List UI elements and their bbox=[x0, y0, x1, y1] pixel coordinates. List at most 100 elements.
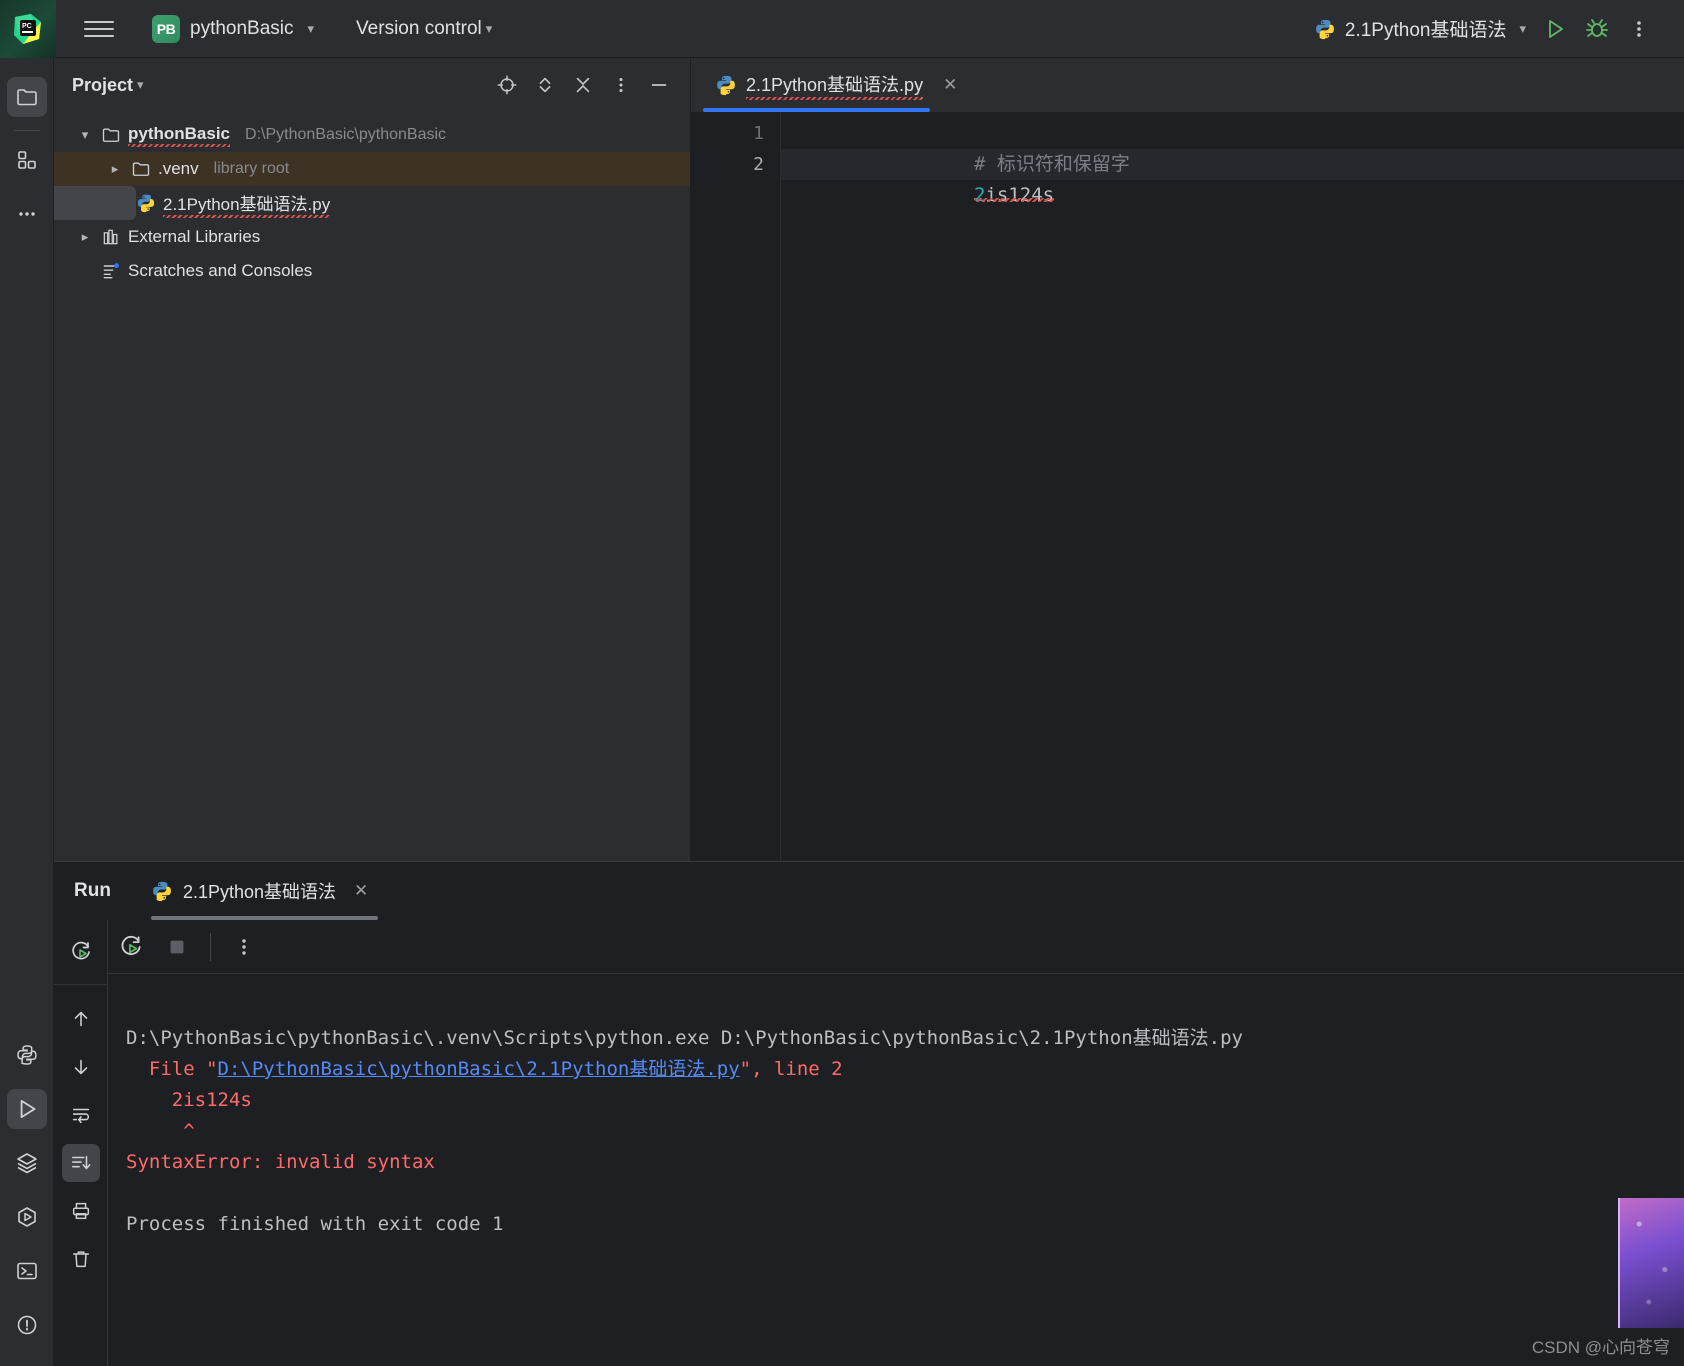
editor-area: 2.1Python基础语法.py ✕ 1 2 # 标识符和保留字 2is124s bbox=[691, 58, 1684, 861]
left-tool-stripe bbox=[0, 58, 54, 1366]
python-packages[interactable] bbox=[7, 1197, 47, 1237]
python-icon bbox=[1314, 18, 1336, 40]
project-header-actions bbox=[490, 69, 676, 101]
code-editor[interactable]: 1 2 # 标识符和保留字 2is124s bbox=[691, 112, 1684, 861]
chevron-right-icon[interactable]: ▸ bbox=[76, 229, 94, 245]
more-options-button[interactable] bbox=[221, 925, 267, 969]
console-line-command: D:\PythonBasic\pythonBasic\.venv\Scripts… bbox=[126, 1023, 1684, 1054]
main-body: Project ▾ ▾ pythonBasic D:\PythonBasic\p… bbox=[0, 58, 1684, 1366]
version-control-menu[interactable]: Version control ▾ bbox=[350, 15, 498, 43]
rerun-side-button[interactable] bbox=[62, 933, 100, 971]
more-tool-windows[interactable] bbox=[7, 194, 47, 234]
printer-icon[interactable] bbox=[62, 1192, 100, 1230]
chevron-right-icon[interactable]: ▸ bbox=[106, 161, 124, 177]
workspace-split: Project ▾ ▾ pythonBasic D:\PythonBasic\p… bbox=[54, 58, 1684, 1366]
console-file-link[interactable]: D:\PythonBasic\pythonBasic\2.1Python基础语法… bbox=[218, 1058, 740, 1080]
console-line-file: File "D:\PythonBasic\pythonBasic\2.1Pyth… bbox=[126, 1054, 1684, 1085]
tree-node-external-libraries[interactable]: ▸ External Libraries bbox=[54, 220, 690, 254]
library-icon bbox=[101, 227, 121, 247]
svg-text:PC: PC bbox=[22, 23, 32, 30]
more-vertical-icon[interactable] bbox=[1618, 10, 1660, 48]
run-session-tab[interactable]: 2.1Python基础语法 ✕ bbox=[150, 862, 379, 920]
stop-button[interactable] bbox=[154, 925, 200, 969]
line-number-gutter: 1 2 bbox=[691, 112, 781, 861]
more-vertical-icon[interactable] bbox=[604, 69, 638, 101]
code-line-1[interactable]: # 标识符和保留字 bbox=[781, 118, 1684, 175]
run-tool-window[interactable] bbox=[6, 1089, 47, 1129]
run-configuration-selector[interactable]: 2.1Python基础语法 ▾ bbox=[1306, 11, 1534, 46]
project-tree: ▾ pythonBasic D:\PythonBasic\pythonBasic bbox=[54, 112, 690, 861]
tree-node-venv[interactable]: ▸ .venv library root bbox=[54, 152, 690, 186]
chevron-down-icon[interactable]: ▾ bbox=[76, 127, 94, 143]
console-text: ^ bbox=[126, 1120, 195, 1142]
project-tool-window[interactable] bbox=[6, 77, 47, 117]
project-name-label: pythonBasic bbox=[190, 17, 294, 39]
down-the-stack-trace-button[interactable] bbox=[62, 1048, 100, 1086]
trash-icon[interactable] bbox=[62, 1240, 100, 1278]
tree-node-project-root[interactable]: ▾ pythonBasic D:\PythonBasic\pythonBasic bbox=[54, 118, 690, 152]
run-session-label: 2.1Python基础语法 bbox=[182, 882, 336, 902]
close-icon[interactable]: ✕ bbox=[354, 881, 368, 901]
run-console-output[interactable]: D:\PythonBasic\pythonBasic\.venv\Scripts… bbox=[108, 974, 1684, 1366]
terminal-tool-window[interactable] bbox=[7, 1251, 47, 1291]
problems-tool-window[interactable] bbox=[7, 1305, 47, 1345]
project-selector[interactable]: PB pythonBasic ▾ bbox=[146, 12, 320, 46]
tree-node-scratches[interactable]: ▸ Scratches and Consoles bbox=[54, 254, 690, 288]
python-file-icon bbox=[715, 74, 737, 96]
run-icon[interactable] bbox=[1534, 10, 1576, 48]
tree-node-python-file[interactable]: 2.1Python基础语法.py bbox=[54, 186, 331, 220]
comment-text-token: 标识符和保留字 bbox=[996, 153, 1130, 175]
project-tool-panel: Project ▾ ▾ pythonBasic D:\PythonBasic\p… bbox=[54, 58, 691, 861]
editor-tab-bar: 2.1Python基础语法.py ✕ bbox=[691, 58, 1684, 112]
soft-wrap-button[interactable] bbox=[62, 1096, 100, 1134]
minimize-icon[interactable] bbox=[642, 69, 676, 101]
project-panel-title: Project bbox=[72, 74, 134, 95]
python-icon bbox=[151, 880, 173, 902]
console-text: ", line 2 bbox=[739, 1058, 843, 1080]
console-line-blank bbox=[126, 1178, 1684, 1209]
hamburger-menu-icon[interactable] bbox=[84, 20, 114, 37]
debug-icon[interactable] bbox=[1576, 10, 1618, 48]
identifier-token: is124s bbox=[985, 184, 1055, 206]
structure-tool-window[interactable] bbox=[7, 140, 47, 180]
tree-node-tag: library root bbox=[213, 160, 290, 177]
services-tool-window[interactable] bbox=[7, 1143, 47, 1183]
collapse-x-icon[interactable] bbox=[566, 69, 600, 101]
console-line-source: 2is124s bbox=[126, 1085, 1684, 1116]
run-panel-body: D:\PythonBasic\pythonBasic\.venv\Scripts… bbox=[54, 920, 1684, 1366]
rerun-button[interactable] bbox=[108, 925, 154, 969]
up-the-stack-trace-button[interactable] bbox=[62, 1000, 100, 1038]
console-line-caret: ^ bbox=[126, 1116, 1684, 1147]
chevron-updown-icon[interactable] bbox=[528, 69, 562, 101]
chevron-down-icon[interactable]: ▾ bbox=[137, 77, 144, 93]
run-config-label: 2.1Python基础语法 bbox=[1344, 20, 1507, 41]
code-content[interactable]: # 标识符和保留字 2is124s bbox=[781, 112, 1684, 861]
run-sidebar-top bbox=[54, 920, 107, 985]
folder-icon bbox=[101, 125, 121, 145]
number-token: 2 bbox=[974, 184, 986, 206]
run-panel-title: Run bbox=[74, 880, 111, 901]
watermark: CSDN @心向苍穹 bbox=[1531, 1338, 1670, 1357]
run-sidebar-actions bbox=[61, 985, 100, 1283]
console-text: Process finished with exit code 1 bbox=[126, 1213, 504, 1235]
version-control-label: Version control bbox=[356, 17, 482, 39]
console-text: 2is124s bbox=[126, 1089, 252, 1111]
run-panel-header: Run 2.1Python基础语法 ✕ bbox=[54, 862, 1684, 920]
console-text: D:\PythonBasic\pythonBasic\.venv\Scripts… bbox=[126, 1027, 1243, 1049]
scroll-to-end-button[interactable] bbox=[61, 1144, 100, 1182]
console-container: D:\PythonBasic\pythonBasic\.venv\Scripts… bbox=[108, 920, 1684, 1366]
run-toolbar bbox=[108, 920, 1684, 974]
comment-token: # bbox=[974, 153, 997, 175]
editor-tab[interactable]: 2.1Python基础语法.py ✕ bbox=[691, 58, 977, 112]
stripe-divider bbox=[13, 130, 40, 131]
python-file-icon bbox=[136, 193, 156, 213]
console-line-error: SyntaxError: invalid syntax bbox=[126, 1147, 1684, 1178]
python-console[interactable] bbox=[7, 1035, 47, 1075]
pycharm-logo-icon: PC bbox=[0, 0, 56, 58]
stripe-top-group bbox=[6, 58, 47, 241]
chevron-down-icon: ▾ bbox=[307, 20, 315, 36]
scratches-icon bbox=[101, 261, 121, 281]
close-icon[interactable]: ✕ bbox=[938, 73, 962, 97]
target-icon[interactable] bbox=[490, 69, 524, 101]
